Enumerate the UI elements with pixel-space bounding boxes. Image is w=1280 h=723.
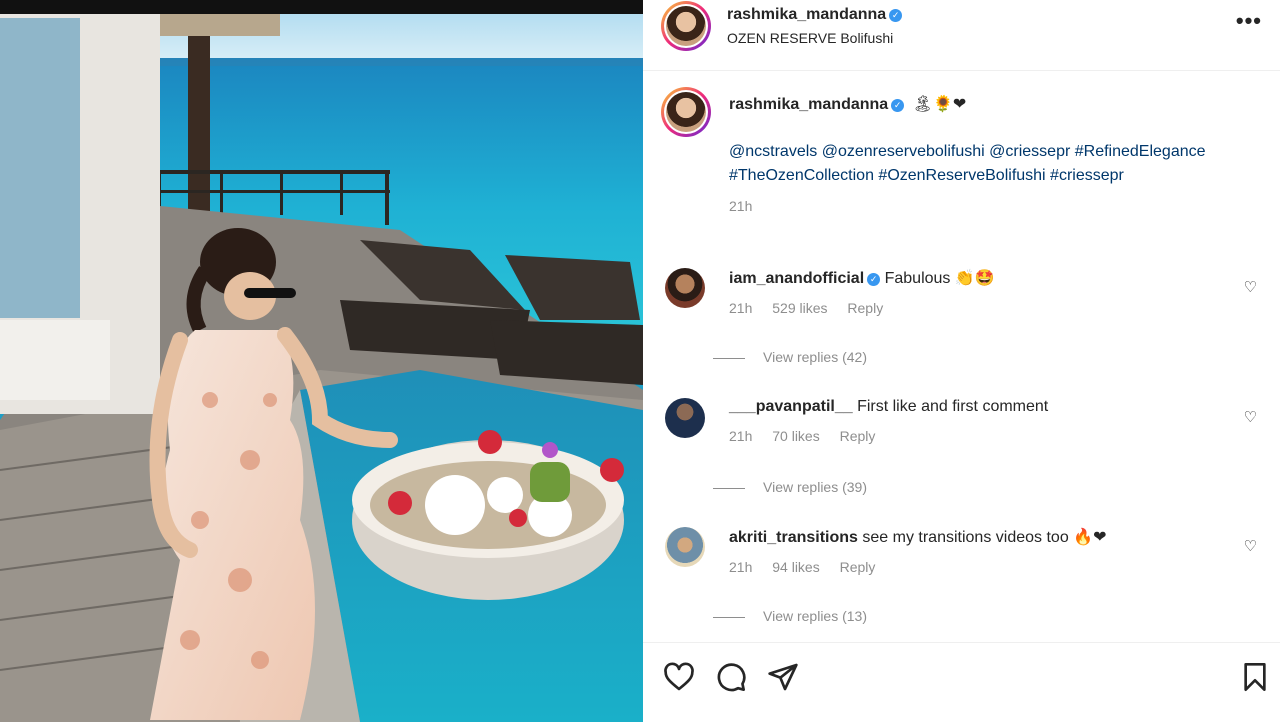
caption-body[interactable]: @ncstravels @ozenreservebolifushi @cries…	[729, 140, 1249, 188]
post-action-bar	[643, 642, 1280, 723]
comment-item: iam_anandofficial ✓ Fabulous 👏🤩 21h 529 l…	[665, 268, 1265, 358]
comment-like-heart-icon[interactable]: ♡	[1244, 537, 1257, 555]
caption-text: @ncstravels @ozenreservebolifushi @cries…	[729, 140, 1249, 218]
view-replies-label: View replies (39)	[763, 479, 868, 495]
author-avatar[interactable]	[661, 1, 711, 51]
caption-username[interactable]: rashmika_mandanna	[729, 96, 888, 113]
replies-divider	[713, 357, 745, 359]
post-photo[interactable]	[0, 0, 643, 722]
caption-header: rashmika_mandanna ✓ 🏝🌻❤	[729, 94, 966, 114]
commenter-avatar[interactable]	[665, 398, 705, 438]
caption-avatar[interactable]	[661, 87, 711, 137]
heart-icon[interactable]	[663, 661, 695, 693]
view-replies-button[interactable]: View replies (39)	[713, 479, 867, 495]
comment-line: akriti_transitions see my transitions vi…	[729, 527, 1229, 547]
comment-item: akriti_transitions see my transitions vi…	[665, 527, 1265, 617]
view-replies-label: View replies (42)	[763, 349, 868, 365]
more-options-icon[interactable]: •••	[1236, 8, 1262, 34]
comment-icon[interactable]	[715, 661, 747, 693]
caption-emojis: 🏝🌻❤	[912, 96, 967, 113]
commenter-username[interactable]: iam_anandofficial	[729, 270, 864, 287]
bookmark-icon[interactable]	[1239, 661, 1271, 693]
commenter-avatar[interactable]	[665, 268, 705, 308]
comment-like-heart-icon[interactable]: ♡	[1244, 278, 1257, 296]
comment-time[interactable]: 21h	[729, 559, 752, 575]
commenter-username[interactable]: akriti_transitions	[729, 529, 858, 546]
comment-likes[interactable]: 529 likes	[772, 300, 827, 316]
comment-time[interactable]: 21h	[729, 428, 752, 444]
reply-button[interactable]: Reply	[840, 559, 876, 575]
post-side-panel: rashmika_mandanna ✓ OZEN RESERVE Bolifush…	[643, 0, 1280, 722]
comment-meta: 21h 94 likes Reply	[729, 559, 1229, 575]
author-username[interactable]: rashmika_mandanna	[727, 6, 886, 23]
view-replies-button[interactable]: View replies (13)	[713, 608, 867, 624]
comment-meta: 21h 529 likes Reply	[729, 300, 1229, 316]
commenter-username[interactable]: ___pavanpatil__	[729, 398, 853, 415]
reply-button[interactable]: Reply	[840, 428, 876, 444]
author-name-row: rashmika_mandanna ✓	[727, 6, 903, 24]
replies-divider	[713, 487, 745, 489]
photo-top-bar	[0, 0, 643, 14]
resort-photo-illustration	[0, 0, 643, 722]
verified-badge-icon: ✓	[891, 99, 905, 112]
comment-line: ___pavanpatil__ First like and first com…	[729, 398, 1229, 416]
verified-badge-icon: ✓	[889, 9, 903, 22]
post-location[interactable]: OZEN RESERVE Bolifushi	[727, 30, 893, 46]
comment-item: ___pavanpatil__ First like and first com…	[665, 398, 1265, 488]
reply-button[interactable]: Reply	[847, 300, 883, 316]
comment-like-heart-icon[interactable]: ♡	[1244, 408, 1257, 426]
view-replies-button[interactable]: View replies (42)	[713, 349, 867, 365]
commenter-avatar[interactable]	[665, 527, 705, 567]
comment-meta: 21h 70 likes Reply	[729, 428, 1229, 444]
comment-text: Fabulous 👏🤩	[884, 270, 995, 287]
comment-line: iam_anandofficial ✓ Fabulous 👏🤩	[729, 268, 1229, 288]
post-header: rashmika_mandanna ✓ OZEN RESERVE Bolifush…	[643, 0, 1280, 71]
comment-text: First like and first comment	[857, 398, 1049, 415]
comment-likes[interactable]: 94 likes	[772, 559, 819, 575]
comment-text: see my transitions videos too 🔥❤	[862, 529, 1107, 546]
caption-time[interactable]: 21h	[729, 194, 1249, 218]
verified-badge-icon: ✓	[867, 273, 881, 286]
comment-likes[interactable]: 70 likes	[772, 428, 819, 444]
comment-time[interactable]: 21h	[729, 300, 752, 316]
replies-divider	[713, 616, 745, 618]
share-icon[interactable]	[767, 661, 799, 693]
view-replies-label: View replies (13)	[763, 608, 868, 624]
